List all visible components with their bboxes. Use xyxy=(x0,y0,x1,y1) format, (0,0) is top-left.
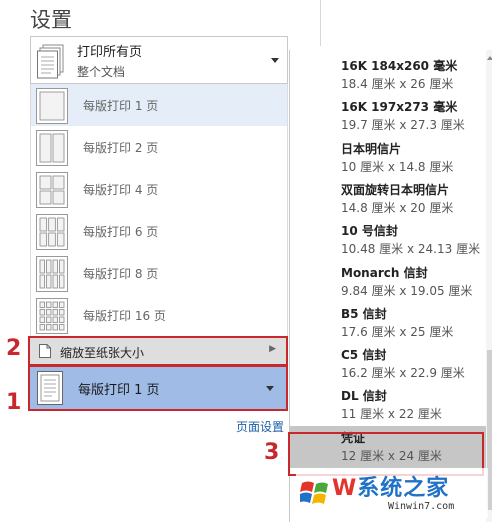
pages-per-sheet-option-label: 每版打印 4 页 xyxy=(83,183,159,197)
scroll-up-icon[interactable] xyxy=(487,56,492,60)
paper-size-item[interactable]: DL 信封 11 厘米 x 22 厘米 xyxy=(290,384,486,426)
paper-size-item[interactable]: 双面旋转日本明信片 14.8 厘米 x 20 厘米 xyxy=(290,178,486,220)
paper-size-item[interactable]: 10 号信封 10.48 厘米 x 24.13 厘米 xyxy=(290,219,486,261)
paper-size-dimensions: 16.2 厘米 x 22.9 厘米 xyxy=(341,366,465,381)
divider xyxy=(320,0,321,46)
pages-per-sheet-option[interactable]: 每版打印 16 页 xyxy=(31,294,287,336)
paper-size-name: 双面旋转日本明信片 xyxy=(341,182,450,197)
paper-size-dimensions: 10 厘米 x 14.8 厘米 xyxy=(341,159,454,174)
paper-size-name: DL 信封 xyxy=(341,389,387,404)
paper-size-dimensions: 19.7 厘米 x 27.3 厘米 xyxy=(341,118,465,133)
paper-size-dimensions: 11 厘米 x 22 厘米 xyxy=(341,407,442,422)
pages-per-sheet-option-label: 每版打印 2 页 xyxy=(83,141,159,155)
paper-size-item[interactable]: 16K 197x273 毫米 19.7 厘米 x 27.3 厘米 xyxy=(290,95,486,137)
page-setup-link[interactable]: 页面设置 xyxy=(236,418,284,435)
document-icon xyxy=(37,44,64,79)
paper-size-name: 16K 184x260 毫米 xyxy=(341,59,458,73)
chevron-down-icon xyxy=(271,58,279,63)
paper-size-dimensions: 9.84 厘米 x 19.05 厘米 xyxy=(341,283,473,298)
page-layout-icon xyxy=(36,172,68,208)
paper-size-item[interactable]: 日本明信片 10 厘米 x 14.8 厘米 xyxy=(290,137,486,179)
paper-size-name: Monarch 信封 xyxy=(341,265,428,280)
pages-per-sheet-option[interactable]: 每版打印 6 页 xyxy=(31,210,287,252)
settings-title: 设置 xyxy=(30,8,72,32)
pages-per-sheet-option-label: 每版打印 8 页 xyxy=(83,267,159,281)
watermark-brand: W系统之家 xyxy=(332,476,450,501)
marker-3: 3 xyxy=(264,440,280,465)
highlight-box-1 xyxy=(28,365,288,411)
pages-per-sheet-option[interactable]: 每版打印 2 页 xyxy=(31,126,287,168)
paper-size-dimensions: 10.48 厘米 x 24.13 厘米 xyxy=(341,242,481,257)
paper-size-item[interactable]: 16K 184x260 毫米 18.4 厘米 x 26 厘米 xyxy=(290,54,486,96)
print-scope-main: 打印所有页 xyxy=(77,45,143,60)
page-layout-icon xyxy=(36,88,68,124)
pages-per-sheet-option[interactable]: 每版打印 8 页 xyxy=(31,252,287,294)
paper-size-name: C5 信封 xyxy=(341,348,387,363)
paper-size-item[interactable]: B5 信封 17.6 厘米 x 25 厘米 xyxy=(290,302,486,344)
watermark: W系统之家 Winwin7.com xyxy=(296,468,488,518)
paper-size-item[interactable]: C5 信封 16.2 厘米 x 22.9 厘米 xyxy=(290,343,486,385)
print-scope-sub: 整个文档 xyxy=(77,65,126,79)
pages-per-sheet-option-label: 每版打印 16 页 xyxy=(83,309,166,323)
page-layout-icon xyxy=(36,298,68,334)
pages-per-sheet-option[interactable]: 每版打印 1 页 xyxy=(31,84,287,126)
paper-size-name: B5 信封 xyxy=(341,306,387,321)
marker-2: 2 xyxy=(6,336,22,361)
page-layout-icon xyxy=(36,256,68,292)
marker-1: 1 xyxy=(6,390,22,415)
paper-size-name: 日本明信片 xyxy=(341,141,402,156)
pages-per-sheet-option-label: 每版打印 6 页 xyxy=(83,225,159,239)
page-layout-icon xyxy=(36,130,68,166)
highlight-box-2 xyxy=(28,336,288,366)
pages-per-sheet-menu: 每版打印 1 页每版打印 2 页每版打印 4 页每版打印 6 页每版打印 8 页… xyxy=(30,84,288,338)
pages-per-sheet-option-label: 每版打印 1 页 xyxy=(83,99,159,113)
page-layout-icon xyxy=(36,214,68,250)
paper-size-dimensions: 18.4 厘米 x 26 厘米 xyxy=(341,77,454,91)
paper-size-dimensions: 17.6 厘米 x 25 厘米 xyxy=(341,324,454,339)
windows-logo-icon xyxy=(300,481,328,504)
watermark-url: Winwin7.com xyxy=(388,501,455,512)
paper-size-dimensions: 14.8 厘米 x 20 厘米 xyxy=(341,200,454,215)
print-scope-dropdown[interactable]: 打印所有页 整个文档 xyxy=(30,36,288,84)
paper-size-name: 16K 197x273 毫米 xyxy=(341,100,458,115)
paper-size-item[interactable]: Monarch 信封 9.84 厘米 x 19.05 厘米 xyxy=(290,261,486,303)
scrollbar[interactable] xyxy=(486,50,492,522)
pages-per-sheet-option[interactable]: 每版打印 4 页 xyxy=(31,168,287,210)
paper-size-name: 10 号信封 xyxy=(341,224,398,239)
